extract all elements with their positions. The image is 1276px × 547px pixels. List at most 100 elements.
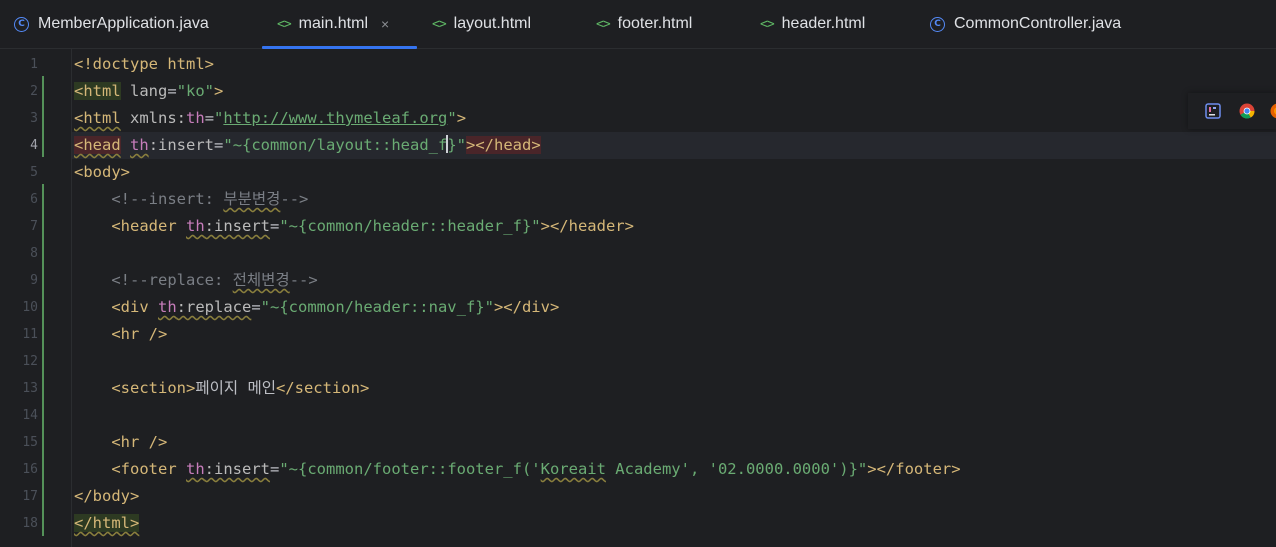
intellij-icon[interactable] [1205, 103, 1221, 119]
tag-token: </head> [475, 136, 541, 154]
tag-token: </body> [74, 487, 140, 505]
close-icon[interactable]: × [381, 16, 389, 32]
code-line[interactable]: <hr /> [72, 321, 1276, 348]
code-line[interactable]: </body> [72, 483, 1276, 510]
code-line[interactable]: <html xmlns:th="http://www.thymeleaf.org… [72, 105, 1276, 132]
tab-header-html[interactable]: <> header.html [760, 0, 865, 48]
code-line[interactable]: <!--replace: 전체변경--> [72, 267, 1276, 294]
code-line-current[interactable]: <head th:insert="~{common/layout::head_f… [72, 132, 1276, 159]
attr-token: lang [120, 82, 168, 100]
tag-token: ></header> [540, 217, 634, 235]
line-number: 15 [22, 435, 38, 450]
tab-label: header.html [781, 15, 866, 32]
tag-token: > [456, 109, 467, 127]
url-link[interactable]: http://www.thymeleaf.org [223, 109, 447, 127]
browser-preview-bar [1188, 93, 1276, 129]
attr-token: :replace [176, 298, 252, 316]
firefox-icon[interactable] [1270, 103, 1276, 119]
namespace-token: th [130, 136, 149, 154]
string-token: Koreait [540, 460, 606, 478]
code-line[interactable]: <!doctype html> [72, 51, 1276, 78]
line-number: 2 [30, 84, 38, 99]
code-line[interactable]: <section>페이지 메인</section> [72, 375, 1276, 402]
ide-window: C MemberApplication.java <> main.html × … [0, 0, 1276, 547]
tag-token: </html> [74, 514, 140, 532]
line-number: 8 [30, 246, 38, 261]
namespace-token: th [186, 109, 205, 127]
tag-token: <html [74, 82, 121, 100]
tag-token: <div [111, 298, 149, 316]
string-token: Academy', '02.0000.0000')}" [605, 460, 868, 478]
eq-token: = [204, 109, 215, 127]
attr-token: :insert [148, 136, 215, 154]
line-number: 4 [30, 138, 38, 153]
line-number: 3 [30, 111, 38, 126]
line-number: 5 [30, 165, 38, 180]
tab-main-html[interactable]: <> main.html × [262, 0, 417, 49]
code-line[interactable] [72, 348, 1276, 375]
attr-token: :insert [204, 217, 270, 235]
tag-token: > [466, 136, 476, 154]
line-number: 9 [30, 273, 38, 288]
string-token: "~{common/footer::footer_f(' [279, 460, 541, 478]
line-number: 18 [22, 516, 38, 531]
tag-token: <body> [74, 163, 130, 181]
tab-member-application-java[interactable]: C MemberApplication.java [14, 0, 209, 48]
html-file-icon: <> [277, 16, 292, 32]
tag-token: > [214, 82, 224, 100]
comment-token: --> [280, 190, 309, 208]
comment-token: 부분변경 [223, 190, 281, 208]
attr-token: xmlns: [130, 109, 187, 127]
code-line[interactable]: <html lang="ko"> [72, 78, 1276, 105]
tab-label: layout.html [453, 15, 532, 32]
tab-label: main.html [298, 15, 369, 32]
html-file-icon: <> [596, 16, 611, 32]
line-number: 17 [22, 489, 38, 504]
line-number: 7 [30, 219, 38, 234]
code-line[interactable]: <div th:replace="~{common/header::nav_f}… [72, 294, 1276, 321]
vcs-change-marker[interactable] [42, 184, 44, 536]
code-line[interactable]: <footer th:insert="~{common/footer::foot… [72, 456, 1276, 483]
string-token: " [214, 109, 224, 127]
tab-label: footer.html [617, 15, 693, 32]
editor-tab-bar: C MemberApplication.java <> main.html × … [0, 0, 1276, 49]
code-line[interactable]: <!--insert: 부분변경--> [72, 186, 1276, 213]
tab-layout-html[interactable]: <> layout.html [432, 0, 531, 48]
tag-token: <section> [111, 379, 196, 397]
chrome-icon[interactable] [1239, 103, 1255, 119]
eq-token: = [270, 217, 280, 235]
comment-token: --> [289, 271, 318, 289]
code-line[interactable]: <header th:insert="~{common/header::head… [72, 213, 1276, 240]
line-number: 10 [22, 300, 38, 315]
line-number: 13 [22, 381, 38, 396]
line-number-gutter[interactable]: 1 2 3 4 5 6 7 8 9 10 11 12 13 14 15 16 1… [0, 49, 72, 547]
comment-token: <!--replace: [111, 271, 233, 289]
tag-token: <footer [111, 460, 177, 478]
code-line[interactable]: </html> [72, 510, 1276, 537]
tag-token: <hr /> [111, 433, 168, 451]
line-number: 11 [22, 327, 38, 342]
tab-footer-html[interactable]: <> footer.html [596, 0, 692, 48]
tab-label: MemberApplication.java [38, 15, 209, 32]
code-editor[interactable]: <!doctype html> <html lang="ko"> <html x… [72, 49, 1276, 547]
code-line[interactable]: <body> [72, 159, 1276, 186]
namespace-token: th [158, 298, 177, 316]
code-line[interactable]: <hr /> [72, 429, 1276, 456]
tag-token: <html [74, 109, 121, 127]
doctype-token: <!doctype html> [74, 55, 214, 73]
vcs-change-marker[interactable] [42, 76, 44, 157]
tab-common-controller-java[interactable]: C CommonController.java [930, 0, 1121, 48]
code-line[interactable] [72, 240, 1276, 267]
code-line[interactable] [72, 402, 1276, 429]
tag-token: <hr /> [111, 325, 168, 343]
text-token: 페이지 메인 [195, 379, 276, 397]
